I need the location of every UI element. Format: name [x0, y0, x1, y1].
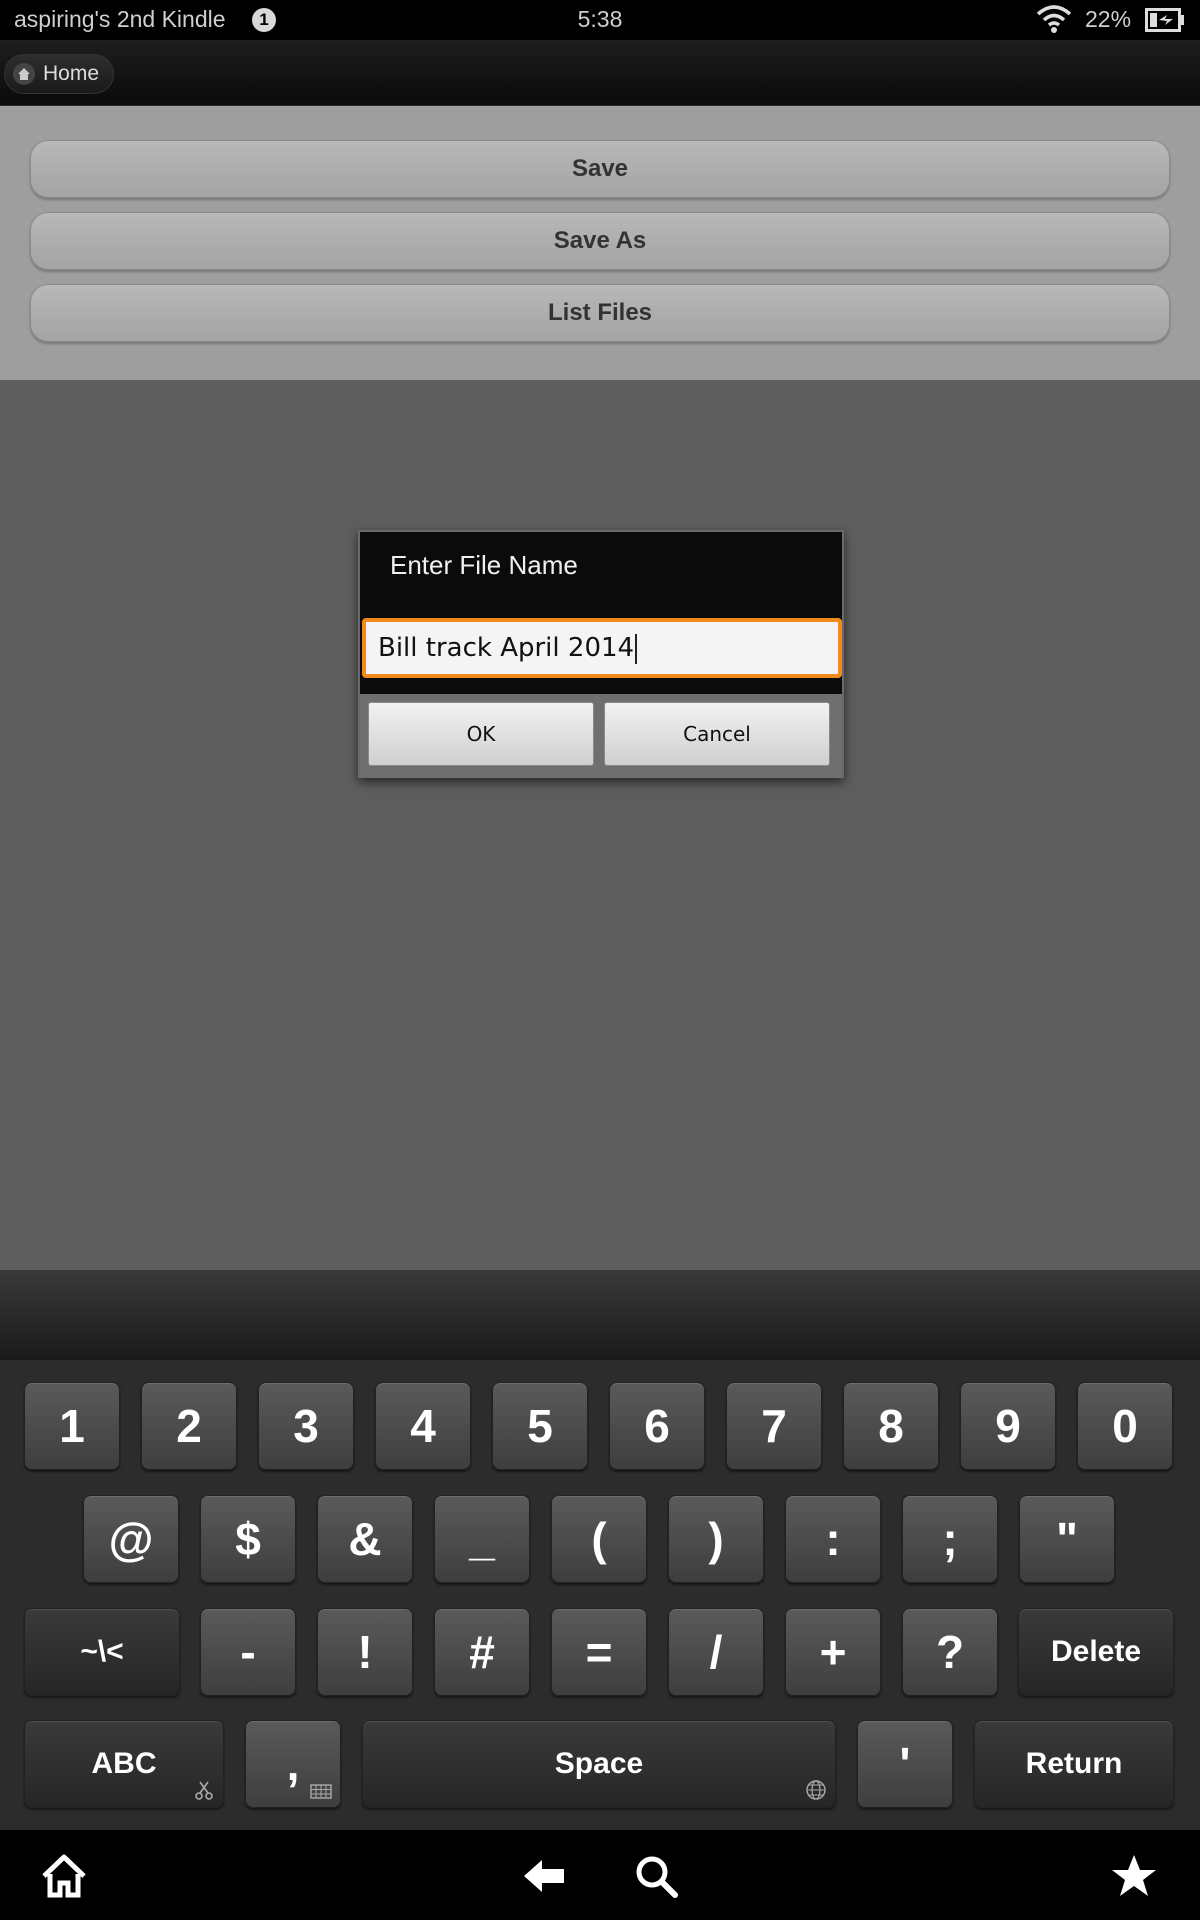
apostrophe-key[interactable]: ' [857, 1720, 953, 1808]
key-slash[interactable]: / [668, 1608, 764, 1696]
status-bar: aspiring's 2nd Kindle 1 5:38 22% [0, 0, 1200, 40]
home-icon[interactable] [40, 1852, 88, 1900]
home-breadcrumb-button[interactable]: Home [4, 54, 115, 94]
dim-backdrop [0, 380, 1200, 1270]
globe-icon [806, 1780, 826, 1800]
dialog-title: Enter File Name [390, 550, 578, 580]
key-2[interactable]: 2 [141, 1382, 237, 1470]
delete-key[interactable]: Delete [1018, 1608, 1174, 1696]
ok-button[interactable]: OK [368, 702, 594, 766]
on-screen-keyboard: 1 2 3 4 5 6 7 8 9 0 @ $ & _ ( ) : ; " ~\… [0, 1360, 1200, 1830]
key-open-paren[interactable]: ( [551, 1495, 647, 1583]
file-name-dialog: Enter File Name Bill track April 2014 OK… [358, 530, 844, 778]
back-icon[interactable] [520, 1852, 568, 1900]
key-equals[interactable]: = [551, 1608, 647, 1696]
key-semicolon[interactable]: ; [902, 1495, 998, 1583]
list-files-button[interactable]: List Files [30, 284, 1170, 342]
save-as-button[interactable]: Save As [30, 212, 1170, 270]
file-name-input[interactable]: Bill track April 2014 [362, 618, 842, 678]
key-8[interactable]: 8 [843, 1382, 939, 1470]
action-bar: Home [0, 40, 1200, 106]
file-name-value: Bill track April 2014 [378, 633, 635, 663]
wifi-icon [1036, 5, 1072, 33]
key-question[interactable]: ? [902, 1608, 998, 1696]
home-label: Home [43, 62, 100, 85]
key-exclamation[interactable]: ! [317, 1608, 413, 1696]
key-3[interactable]: 3 [258, 1382, 354, 1470]
key-0[interactable]: 0 [1077, 1382, 1173, 1470]
key-4[interactable]: 4 [375, 1382, 471, 1470]
battery-percent: 22% [1085, 6, 1132, 32]
key-underscore[interactable]: _ [434, 1495, 530, 1583]
space-key-label: Space [554, 1747, 644, 1780]
text-caret [635, 633, 638, 664]
comma-key-label: , [286, 1738, 300, 1790]
home-icon [13, 63, 35, 85]
system-nav-bar [0, 1830, 1200, 1920]
key-more-symbols[interactable]: ~\< [24, 1608, 180, 1696]
key-1[interactable]: 1 [24, 1382, 120, 1470]
cancel-button[interactable]: Cancel [604, 702, 830, 766]
key-double-quote[interactable]: " [1019, 1495, 1115, 1583]
key-dollar[interactable]: $ [200, 1495, 296, 1583]
key-7[interactable]: 7 [726, 1382, 822, 1470]
scissors-icon [195, 1781, 213, 1800]
return-key[interactable]: Return [974, 1720, 1174, 1808]
file-menu: Save Save As List Files [0, 106, 1200, 380]
space-key[interactable]: Space [362, 1720, 836, 1808]
key-plus[interactable]: + [785, 1608, 881, 1696]
key-close-paren[interactable]: ) [668, 1495, 764, 1583]
key-at[interactable]: @ [83, 1495, 179, 1583]
key-ampersand[interactable]: & [317, 1495, 413, 1583]
keyboard-suggestion-strip [0, 1270, 1200, 1360]
key-6[interactable]: 6 [609, 1382, 705, 1470]
battery-icon [1145, 8, 1184, 32]
key-9[interactable]: 9 [960, 1382, 1056, 1470]
key-hash[interactable]: # [434, 1608, 530, 1696]
key-5[interactable]: 5 [492, 1382, 588, 1470]
comma-key[interactable]: , [245, 1720, 341, 1808]
key-minus[interactable]: - [200, 1608, 296, 1696]
clock: 5:38 [577, 6, 623, 32]
key-colon[interactable]: : [785, 1495, 881, 1583]
favorites-star-icon[interactable] [1110, 1852, 1158, 1900]
dialog-button-bar: OK Cancel [360, 694, 842, 778]
search-icon[interactable] [632, 1852, 680, 1900]
keyboard-icon [310, 1784, 332, 1799]
abc-key[interactable]: ABC [24, 1720, 224, 1808]
abc-key-label: ABC [91, 1747, 157, 1780]
save-button[interactable]: Save [30, 140, 1170, 198]
